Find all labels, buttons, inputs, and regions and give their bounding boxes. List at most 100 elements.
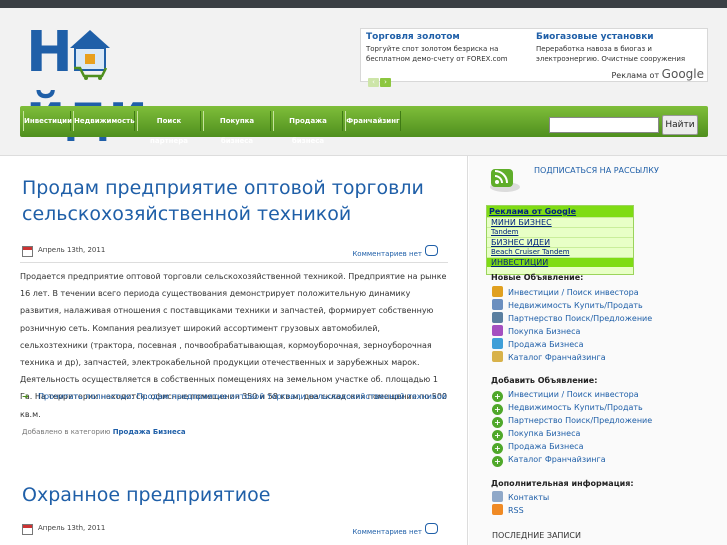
sidebar-ads-header[interactable]: Реклама от Google [487, 206, 633, 217]
sidebar-item-label[interactable]: Инвестиции / Поиск инвестора [508, 288, 639, 297]
post-meta-2: Апрель 13th, 2011 Комментариев нет [20, 519, 448, 541]
plus-icon: + [492, 404, 503, 415]
top-ad-2-desc: Переработка навоза в биогаз и электроэне… [536, 45, 686, 63]
sidebar-item-contacts[interactable]: Контакты [492, 491, 549, 503]
rss-icon [492, 504, 503, 515]
nav-item-investments[interactable]: Инвестиции [23, 111, 72, 131]
top-ad-block: Торговля золотом Торгуйте спот золотом б… [360, 28, 708, 87]
new-ads-heading: Новые Объявление: [491, 273, 584, 282]
sidebar-ad-item[interactable]: ИНВЕСТИЦИИ [487, 257, 633, 267]
ads-by-google[interactable]: Реклама от Google [611, 67, 704, 81]
nav-item-partner[interactable]: Поиск партнера [137, 111, 201, 145]
nav-item-franchise[interactable]: Франчайзинг [345, 111, 401, 131]
read-more-link[interactable]: ➜ Прочитать полностью: Продам предприятие… [22, 392, 447, 401]
ads-by-prefix: Реклама от [611, 71, 660, 80]
chevron-left-icon[interactable]: ‹ [368, 78, 379, 87]
sidebar-ad-item[interactable]: МИНИ БИЗНЕС [487, 217, 633, 227]
sidebar-item-label[interactable]: Партнерство Поиск/Предложение [508, 314, 652, 323]
add-item-partner[interactable]: + Партнерство Поиск/Предложение [492, 415, 652, 428]
house-cart-icon [70, 30, 110, 80]
sidebar-item-partner[interactable]: Партнерство Поиск/Предложение [492, 312, 652, 324]
comment-bubble-icon[interactable] [425, 523, 438, 534]
mail-icon [492, 491, 503, 502]
post-comments-link[interactable]: Комментариев нет [352, 250, 422, 258]
post-title-1-line2[interactable]: сельскохозяйственной техникой [22, 201, 424, 227]
add-item-label[interactable]: Недвижимость Купить/Продать [508, 403, 643, 412]
calendar-icon [22, 246, 33, 257]
post-title-1-line1[interactable]: Продам предприятие оптовой торговли [22, 175, 424, 201]
top-ad-2-title[interactable]: Биогазовые установки [536, 32, 696, 43]
plus-icon: + [492, 430, 503, 441]
ads-by-brand: Google [661, 67, 704, 81]
add-item-realty[interactable]: + Недвижимость Купить/Продать [492, 402, 643, 415]
top-ad-2[interactable]: Биогазовые установки Переработка навоза … [536, 32, 696, 64]
nav-item-sell-business[interactable]: Продажа бизнеса [273, 111, 343, 145]
money-bag-icon [492, 286, 503, 297]
post-comments-link[interactable]: Комментариев нет [352, 528, 422, 536]
nav-item-buy-business[interactable]: Покупка бизнеса [203, 111, 271, 145]
extra-info-heading: Дополнительная информация: [491, 479, 634, 488]
top-ad-1-title[interactable]: Торговля золотом [366, 32, 526, 43]
building-icon [492, 299, 503, 310]
chevron-right-icon[interactable]: › [380, 78, 391, 87]
read-more-text[interactable]: Прочитать полностью: Продам предприятие … [38, 392, 447, 401]
add-ads-heading: Добавить Объявление: [491, 376, 598, 385]
top-strip [0, 0, 727, 8]
logo-letter-left: Н [26, 20, 73, 85]
post-title-2-line1[interactable]: Охранное предприятиое [22, 482, 270, 508]
sidebar-item-investments[interactable]: Инвестиции / Поиск инвестора [492, 286, 639, 298]
sidebar-ad-item[interactable]: БИЗНЕС ИДЕИ [487, 237, 633, 247]
handshake-icon [492, 312, 503, 323]
ad-pager: ‹ › [368, 69, 392, 88]
add-item-label[interactable]: Инвестиции / Поиск инвестора [508, 390, 639, 399]
cart-icon [492, 325, 503, 336]
plus-icon: + [492, 417, 503, 428]
add-item-label[interactable]: Каталог Франчайзинга [508, 455, 606, 464]
sidebar-item-label[interactable]: Продажа Бизнеса [508, 340, 583, 349]
sidebar-item-sell-business[interactable]: Продажа Бизнеса [492, 338, 583, 350]
sale-icon [492, 338, 503, 349]
rss-feed-icon[interactable] [489, 167, 521, 193]
post-title-1[interactable]: Продам предприятие оптовой торговли сель… [22, 175, 424, 227]
subscribe-link[interactable]: ПОДПИСАТЬСЯ НА РАССЫЛКУ [534, 166, 659, 175]
top-ad-1[interactable]: Торговля золотом Торгуйте спот золотом б… [366, 32, 526, 64]
sidebar-item-label[interactable]: Недвижимость Купить/Продать [508, 301, 643, 310]
arrow-right-icon: ➜ [22, 392, 29, 401]
last-posts-heading: ПОСЛЕДНИЕ ЗАПИСИ [492, 531, 581, 540]
sidebar-ad-item[interactable]: Tandem [487, 227, 633, 237]
search-button[interactable]: Найти [662, 115, 698, 135]
comment-bubble-icon[interactable] [425, 245, 438, 256]
sidebar-item-realty[interactable]: Недвижимость Купить/Продать [492, 299, 643, 311]
post-meta-1: Апрель 13th, 2011 Комментариев нет [20, 241, 448, 263]
catalog-icon [492, 351, 503, 362]
add-item-investments[interactable]: + Инвестиции / Поиск инвестора [492, 389, 639, 402]
sidebar-ad-item[interactable]: Beach Cruiser Tandem [487, 247, 633, 257]
nav-item-realty[interactable]: Недвижимость [73, 111, 135, 131]
sidebar-item-buy-business[interactable]: Покупка Бизнеса [492, 325, 580, 337]
site-logo[interactable]: Нйди [26, 20, 196, 146]
sidebar-item-label[interactable]: Каталог Франчайзинга [508, 353, 606, 362]
search-input[interactable] [549, 117, 659, 133]
post-title-2[interactable]: Охранное предприятиое [22, 482, 270, 508]
sidebar-item-label[interactable]: RSS [508, 506, 524, 515]
plus-icon: + [492, 391, 503, 402]
add-item-franchise[interactable]: + Каталог Франчайзинга [492, 454, 606, 467]
category-prefix: Добавлено в категорию [22, 428, 111, 436]
calendar-icon [22, 524, 33, 535]
post-date: Апрель 13th, 2011 [38, 524, 106, 532]
sidebar-item-label[interactable]: Контакты [508, 493, 549, 502]
sidebar-item-rss[interactable]: RSS [492, 504, 524, 516]
add-item-label[interactable]: Продажа Бизнеса [508, 442, 583, 451]
plus-icon: + [492, 456, 503, 467]
top-ad-1-desc: Торгуйте спот золотом безриска на беспла… [366, 45, 508, 63]
category-link[interactable]: Продажа Бизнеса [113, 428, 186, 436]
sidebar-ad-block: Реклама от Google МИНИ БИЗНЕС Tandem БИЗ… [486, 205, 634, 275]
sidebar-item-franchise[interactable]: Каталог Франчайзинга [492, 351, 606, 363]
post-date: Апрель 13th, 2011 [38, 246, 106, 254]
sidebar-item-label[interactable]: Покупка Бизнеса [508, 327, 580, 336]
add-item-sell-business[interactable]: + Продажа Бизнеса [492, 441, 583, 454]
add-item-label[interactable]: Партнерство Поиск/Предложение [508, 416, 652, 425]
add-item-label[interactable]: Покупка Бизнеса [508, 429, 580, 438]
plus-icon: + [492, 443, 503, 454]
add-item-buy-business[interactable]: + Покупка Бизнеса [492, 428, 580, 441]
